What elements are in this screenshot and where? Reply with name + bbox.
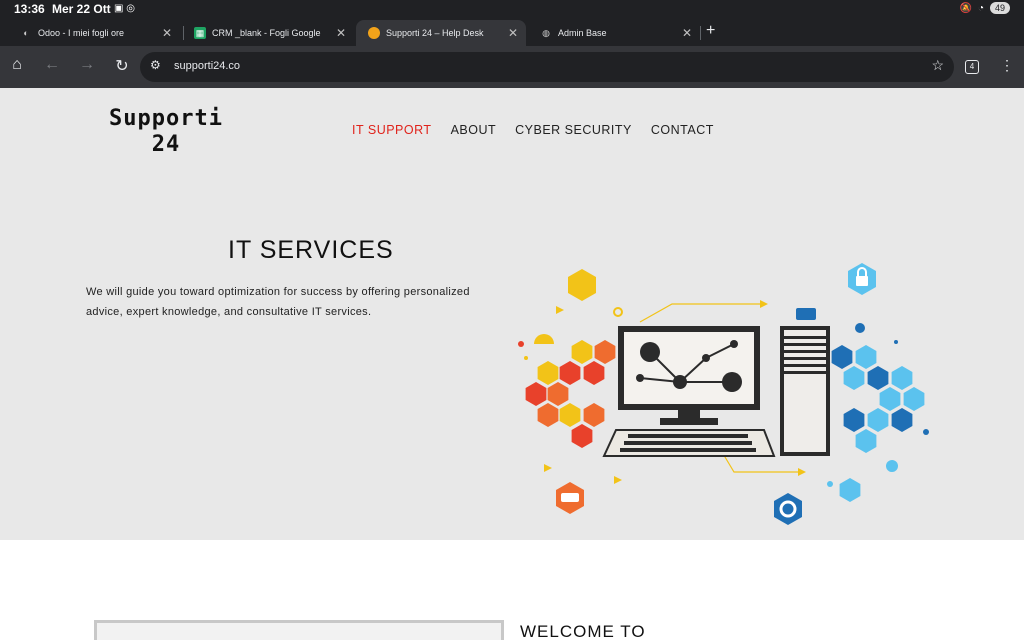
site-favicon <box>368 27 380 39</box>
hexagon-icon <box>525 382 547 406</box>
tab-title: Admin Base <box>558 28 607 38</box>
menu-icon[interactable]: ⋮ <box>1000 57 1014 74</box>
hexagon-icon <box>559 403 581 427</box>
site-logo[interactable]: Supporti 24 <box>96 106 236 158</box>
battery-icon: 49 <box>989 2 1010 14</box>
hexagon-icon <box>537 361 559 385</box>
gear-hexagon-icon <box>774 493 802 525</box>
nav-cyber-security[interactable]: CYBER SECURITY <box>515 123 632 137</box>
arrow-icon <box>614 476 622 484</box>
hexagon-icon <box>843 408 865 432</box>
arrow-icon <box>556 306 564 314</box>
back-icon[interactable]: ← <box>41 56 63 74</box>
dot-icon <box>894 340 898 344</box>
close-icon[interactable]: ✕ <box>682 26 692 40</box>
close-icon[interactable]: ✕ <box>508 26 518 40</box>
arrow-icon <box>760 300 768 308</box>
dot-icon <box>518 341 524 347</box>
gauge-icon <box>534 334 554 344</box>
forward-icon[interactable]: → <box>76 56 98 74</box>
status-bar: 13:36 Mer 22 Ott ▣ ◎ 🔕 ◔ 49 <box>0 0 1024 18</box>
hexagon-icon <box>583 361 605 385</box>
lock-icon <box>856 276 868 286</box>
status-right: 🔕 ◔ 49 <box>959 2 1010 14</box>
it-services-illustration <box>518 263 929 525</box>
dot-icon <box>923 429 929 435</box>
hero-section: Supporti 24 IT SUPPORT ABOUT CYBER SECUR… <box>0 88 1024 540</box>
hexagon-icon <box>831 345 853 369</box>
tab-title: Odoo - I miei fogli ore <box>38 28 125 38</box>
bookmark-star-icon[interactable]: ☆ <box>931 57 944 74</box>
hexagon-icon <box>571 340 593 364</box>
hexagon-icon <box>891 366 913 390</box>
arrow-icon <box>798 468 806 476</box>
nav-it-support[interactable]: IT SUPPORT <box>352 123 432 137</box>
new-tab-button[interactable]: + <box>706 22 715 40</box>
hexagon-icon <box>855 429 877 453</box>
hexagon-icon <box>559 361 581 385</box>
dot-icon <box>827 481 833 487</box>
tab-separator <box>700 26 701 40</box>
reload-icon[interactable]: ↻ <box>111 56 133 76</box>
dot-icon <box>886 460 898 472</box>
tab-supporti24[interactable]: Supporti 24 – Help Desk ✕ <box>356 20 526 46</box>
hexagon-icon <box>594 340 616 364</box>
welcome-heading: WELCOME TO <box>520 622 646 640</box>
nav-about[interactable]: ABOUT <box>451 123 497 137</box>
address-bar[interactable]: ⚙ supporti24.co ☆ <box>140 52 954 82</box>
hexagon-icon <box>537 403 559 427</box>
status-time: 13:36 <box>14 2 45 16</box>
hexagon-icon <box>867 408 889 432</box>
hexagon-icon <box>879 387 901 411</box>
hexagon-icon <box>903 387 925 411</box>
mute-icon: 🔕 <box>959 2 972 14</box>
globe-icon: ◍ <box>542 28 550 38</box>
tab-admin-base[interactable]: ◍ Admin Base ✕ <box>528 20 700 46</box>
sheets-icon: ▦ <box>194 27 206 39</box>
tab-crm[interactable]: ▦ CRM _blank - Fogli Google ✕ <box>182 20 354 46</box>
hero-title: IT SERVICES <box>228 236 394 264</box>
dot-icon <box>524 356 528 360</box>
url-text[interactable]: supporti24.co <box>174 60 240 72</box>
gauge-hexagon-icon <box>839 478 861 502</box>
tab-count-button[interactable]: 4 <box>965 60 979 74</box>
notification-icons: ▣ ◎ <box>114 3 135 14</box>
tab-strip: ◐ Odoo - I miei fogli ore ✕ ▦ CRM _blank… <box>0 18 1024 46</box>
logo-line2: 24 <box>151 132 181 157</box>
hexagon-icon <box>891 408 913 432</box>
welcome-image <box>94 620 504 640</box>
chat-icon <box>561 493 579 502</box>
home-icon[interactable]: ⌂ <box>6 56 28 74</box>
close-icon[interactable]: ✕ <box>162 26 172 40</box>
hexagon-icon <box>867 366 889 390</box>
web-page: Supporti 24 IT SUPPORT ABOUT CYBER SECUR… <box>0 88 1024 640</box>
site-settings-icon[interactable]: ⚙ <box>150 58 161 72</box>
tab-title: CRM _blank - Fogli Google <box>212 28 321 38</box>
monitor-base <box>660 418 718 425</box>
hexagon-icon <box>547 382 569 406</box>
monitor-stand <box>678 410 700 418</box>
logo-line1: Supporti <box>109 106 223 131</box>
hexagon-icon <box>843 366 865 390</box>
odoo-icon: ◐ <box>23 28 29 38</box>
nav-contact[interactable]: CONTACT <box>651 123 714 137</box>
status-date: Mer 22 Ott <box>52 2 111 16</box>
gear-small-icon <box>613 307 623 317</box>
hero-description: We will guide you toward optimization fo… <box>86 286 470 318</box>
connector-line <box>639 303 762 323</box>
wifi-icon: ◔ <box>977 2 984 14</box>
dot-icon <box>855 323 865 333</box>
hexagon-icon <box>571 424 593 448</box>
hexagon-icon <box>583 403 605 427</box>
chat-icon <box>796 308 816 320</box>
tab-odoo[interactable]: ◐ Odoo - I miei fogli ore ✕ <box>8 20 180 46</box>
arrow-icon <box>544 464 552 472</box>
browser-toolbar: ⌂ ← → ↻ ⚙ supporti24.co ☆ 4 ⋮ <box>0 46 1024 88</box>
hexagon-icon <box>855 345 877 369</box>
tab-title: Supporti 24 – Help Desk <box>386 28 484 38</box>
close-icon[interactable]: ✕ <box>336 26 346 40</box>
hexagon-icon <box>568 269 596 301</box>
main-nav: IT SUPPORT ABOUT CYBER SECURITY CONTACT <box>352 123 714 137</box>
